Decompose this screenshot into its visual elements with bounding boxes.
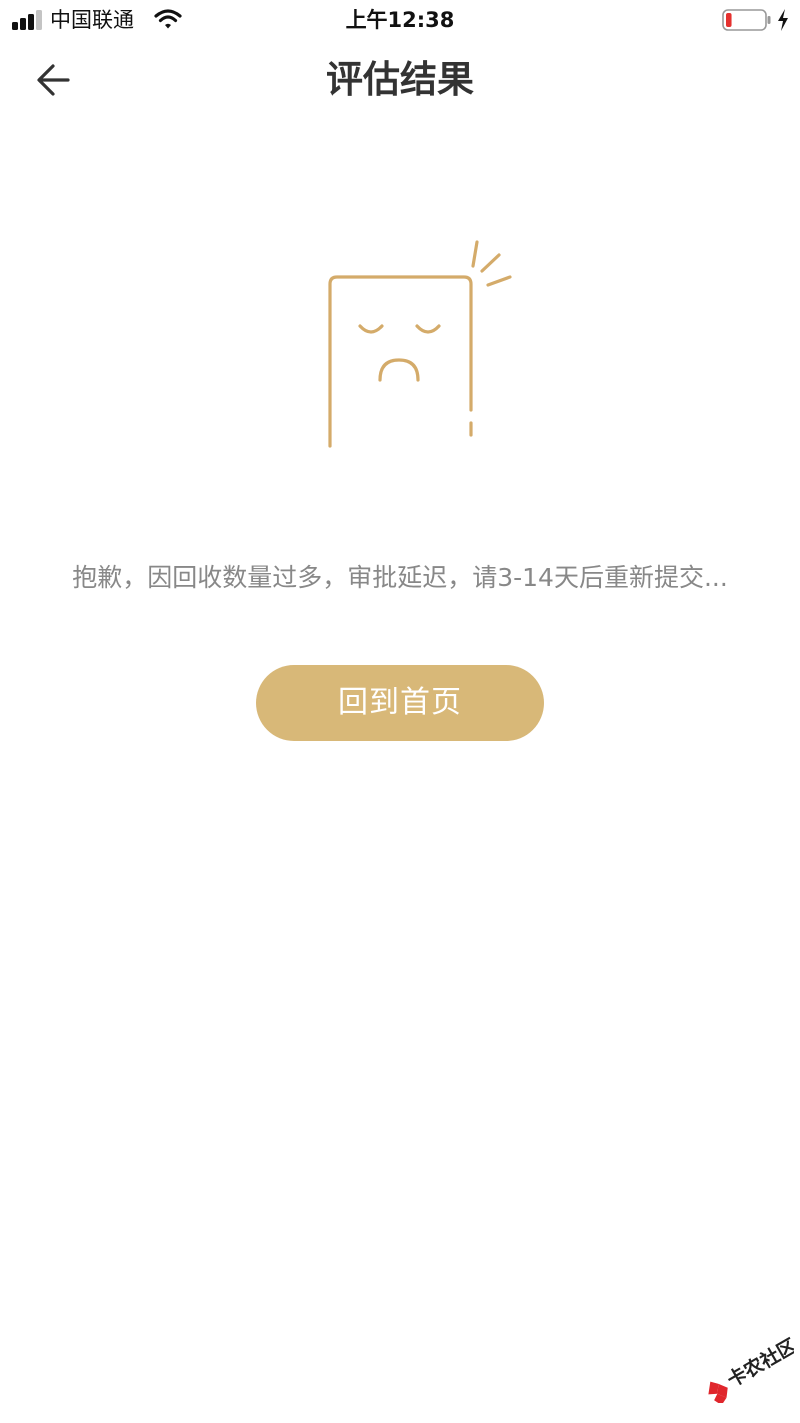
back-to-home-button[interactable]: 回到首页 [256, 665, 544, 741]
navigation-bar: 评估结果 [0, 40, 800, 120]
status-time: 上午12:38 [345, 8, 455, 32]
watermark-logo: 卡农社区 [708, 1334, 794, 1403]
charging-bolt-icon [778, 9, 788, 31]
watermark-text: 卡农社区 [723, 1334, 794, 1392]
page-title: 评估结果 [326, 58, 474, 101]
sad-card-icon [328, 240, 512, 448]
status-bar: 中国联通 上午12:38 [0, 0, 800, 40]
battery-icon [722, 9, 771, 31]
delay-message: 抱歉，因回收数量过多，审批延迟，请3-14天后重新提交... [72, 563, 728, 592]
